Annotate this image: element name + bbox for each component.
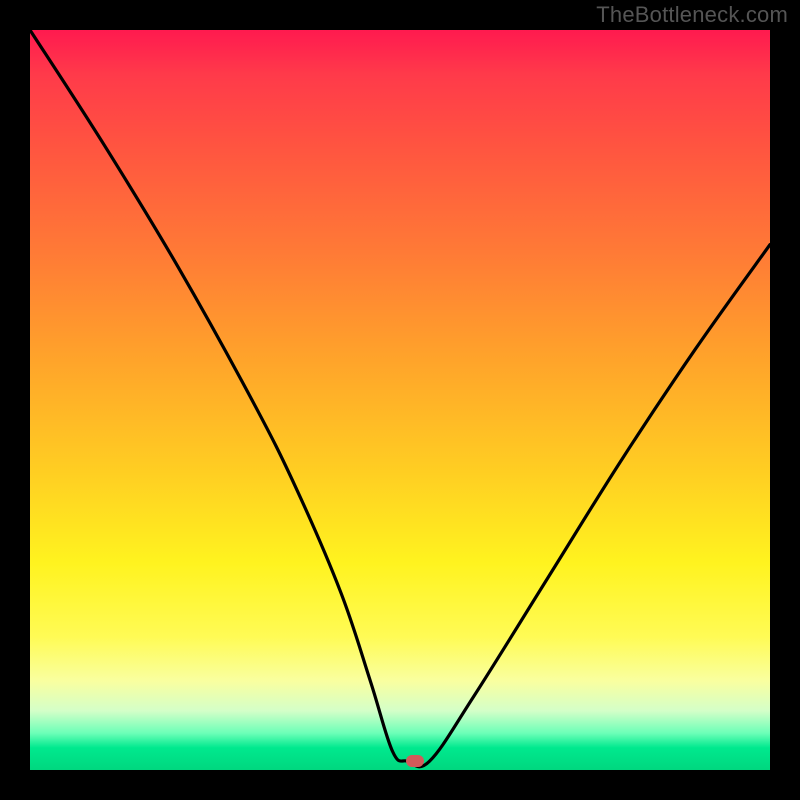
- curve-minimum-marker: [406, 755, 424, 767]
- plot-area: [30, 30, 770, 770]
- bottleneck-curve: [30, 30, 770, 770]
- watermark-text: TheBottleneck.com: [596, 2, 788, 28]
- chart-frame: TheBottleneck.com: [0, 0, 800, 800]
